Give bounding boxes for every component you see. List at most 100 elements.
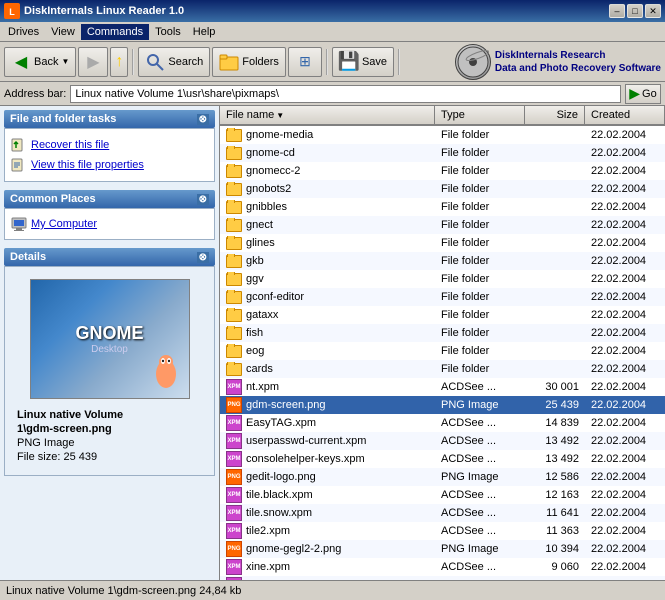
folder-icon [226, 237, 242, 250]
places-collapse-icon[interactable]: ⊗ [197, 194, 209, 205]
minimize-button[interactable]: – [609, 4, 625, 18]
file-created-cell: 22.02.2004 [585, 416, 665, 430]
folders-button[interactable]: Folders [212, 47, 286, 77]
search-button[interactable]: Search [138, 47, 210, 77]
col-header-type[interactable]: Type [435, 106, 525, 124]
up-icon: ↑ [115, 53, 123, 71]
file-name-text: consolehelper-keys.xpm [246, 453, 365, 465]
file-size-cell [525, 206, 585, 208]
table-row[interactable]: gnibblesFile folder22.02.2004 [220, 198, 665, 216]
file-name-cell: XPMtile2.xpm [220, 522, 435, 540]
table-row[interactable]: cardsFile folder22.02.2004 [220, 360, 665, 378]
logo-disk-icon [455, 44, 491, 80]
up-button[interactable]: ↑ [110, 47, 128, 77]
table-row[interactable]: XPMtile2.xpmACDSee ...11 36322.02.2004 [220, 522, 665, 540]
back-button[interactable]: ◀ Back ▼ [4, 47, 76, 77]
file-name-cell: gkb [220, 254, 435, 269]
table-row[interactable]: gconf-editorFile folder22.02.2004 [220, 288, 665, 306]
menu-item-view[interactable]: View [45, 24, 81, 40]
file-name-cell: XPMuserpasswd-current.xpm [220, 432, 435, 450]
file-name-cell: PNGgedit-logo.png [220, 468, 435, 486]
menu-item-tools[interactable]: Tools [149, 24, 187, 40]
file-name-cell: PNGgnome-gegl2-2.png [220, 540, 435, 558]
recover-label: Recover this file [31, 139, 109, 151]
table-row[interactable]: XPMEasyTAG.xpmACDSee ...14 83922.02.2004 [220, 414, 665, 432]
table-row[interactable]: gkbFile folder22.02.2004 [220, 252, 665, 270]
go-button[interactable]: ▶ Go [625, 84, 661, 104]
file-name-cell: gnobots2 [220, 182, 435, 197]
file-name-text: gnome-cd [246, 147, 295, 159]
table-row[interactable]: gnome-cdFile folder22.02.2004 [220, 144, 665, 162]
recover-link[interactable]: Recover this file [11, 135, 208, 155]
table-row[interactable]: XPMxine.xpmACDSee ...9 06022.02.2004 [220, 558, 665, 576]
xpm-icon: XPM [226, 523, 242, 539]
table-row[interactable]: gnectFile folder22.02.2004 [220, 216, 665, 234]
table-row[interactable]: gnomecc-2File folder22.02.2004 [220, 162, 665, 180]
menu-item-drives[interactable]: Drives [2, 24, 45, 40]
file-name-cell: XPMtile.black.xpm [220, 486, 435, 504]
table-row[interactable]: eogFile folder22.02.2004 [220, 342, 665, 360]
address-input[interactable] [70, 85, 621, 103]
xpm-icon: XPM [226, 577, 242, 580]
table-row[interactable]: PNGgnome-gegl2-2.pngPNG Image10 39422.02… [220, 540, 665, 558]
table-row[interactable]: fishFile folder22.02.2004 [220, 324, 665, 342]
col-header-size[interactable]: Size [525, 106, 585, 124]
menu-item-help[interactable]: Help [187, 24, 222, 40]
tasks-collapse-icon[interactable]: ⊗ [197, 114, 209, 125]
file-type-cell: ACDSee ... [435, 434, 525, 448]
file-type-cell: File folder [435, 362, 525, 376]
table-row[interactable]: gataxxFile folder22.02.2004 [220, 306, 665, 324]
file-name-text: gnobots2 [246, 183, 291, 195]
table-row[interactable]: PNGgedit-logo.pngPNG Image12 58622.02.20… [220, 468, 665, 486]
forward-button[interactable]: ▶ [78, 47, 108, 77]
view-button[interactable]: ⊞ [288, 47, 322, 77]
my-computer-link[interactable]: My Computer [11, 215, 208, 233]
maximize-button[interactable]: □ [627, 4, 643, 18]
file-size-cell [525, 278, 585, 280]
common-places-header[interactable]: Common Places ⊗ [4, 190, 215, 208]
table-row[interactable]: XPMFishS.dir.xpmACDSee ...8 98122.02.200… [220, 576, 665, 580]
table-row[interactable]: glinesFile folder22.02.2004 [220, 234, 665, 252]
details-collapse-icon[interactable]: ⊗ [197, 252, 209, 263]
file-name-text: gnect [246, 219, 273, 231]
save-button[interactable]: 💾 Save [332, 47, 394, 77]
png-icon: PNG [226, 397, 242, 413]
table-row[interactable]: XPMconsolehelper-keys.xpmACDSee ...13 49… [220, 450, 665, 468]
col-name-label: File name [226, 109, 274, 121]
xpm-icon: XPM [226, 379, 242, 395]
file-created-cell: 22.02.2004 [585, 182, 665, 196]
col-header-name[interactable]: File name ▼ [220, 106, 435, 124]
table-row[interactable]: gnobots2File folder22.02.2004 [220, 180, 665, 198]
file-size-cell [525, 134, 585, 136]
file-size-cell: 14 839 [525, 416, 585, 430]
table-row[interactable]: gnome-mediaFile folder22.02.2004 [220, 126, 665, 144]
table-row[interactable]: XPMtile.black.xpmACDSee ...12 16322.02.2… [220, 486, 665, 504]
details-header[interactable]: Details ⊗ [4, 248, 215, 266]
table-row[interactable]: PNGgdm-screen.pngPNG Image25 43922.02.20… [220, 396, 665, 414]
table-row[interactable]: XPMuserpasswd-current.xpmACDSee ...13 49… [220, 432, 665, 450]
file-type-cell: ACDSee ... [435, 416, 525, 430]
properties-label: View this file properties [31, 159, 144, 171]
file-size-cell: 9 060 [525, 560, 585, 574]
file-created-cell: 22.02.2004 [585, 488, 665, 502]
table-row[interactable]: ggvFile folder22.02.2004 [220, 270, 665, 288]
menu-item-commands[interactable]: Commands [81, 24, 149, 40]
file-name-cell: XPM consolehelper-keys.xpm [220, 450, 435, 468]
close-button[interactable]: ✕ [645, 4, 661, 18]
table-row[interactable]: XPMnt.xpmACDSee ...30 00122.02.2004 [220, 378, 665, 396]
xpm-icon: XPM [226, 433, 242, 449]
properties-link[interactable]: View this file properties [11, 155, 208, 175]
menu-bar: DrivesViewCommandsToolsHelp [0, 22, 665, 42]
file-type-cell: File folder [435, 200, 525, 214]
xpm-icon: XPM [226, 451, 242, 467]
search-icon [145, 52, 165, 72]
file-size-cell [525, 152, 585, 154]
file-list[interactable]: gnome-mediaFile folder22.02.2004gnome-cd… [220, 126, 665, 580]
file-type-cell: File folder [435, 308, 525, 322]
file-tasks-header[interactable]: File and folder tasks ⊗ [4, 110, 215, 128]
left-panel: File and folder tasks ⊗ Recover this fil… [0, 106, 220, 580]
file-name-text: gedit-logo.png [246, 471, 316, 483]
col-header-created[interactable]: Created [585, 106, 665, 124]
common-places-section: Common Places ⊗ My Computer [4, 190, 215, 240]
table-row[interactable]: XPMtile.snow.xpmACDSee ...11 64122.02.20… [220, 504, 665, 522]
